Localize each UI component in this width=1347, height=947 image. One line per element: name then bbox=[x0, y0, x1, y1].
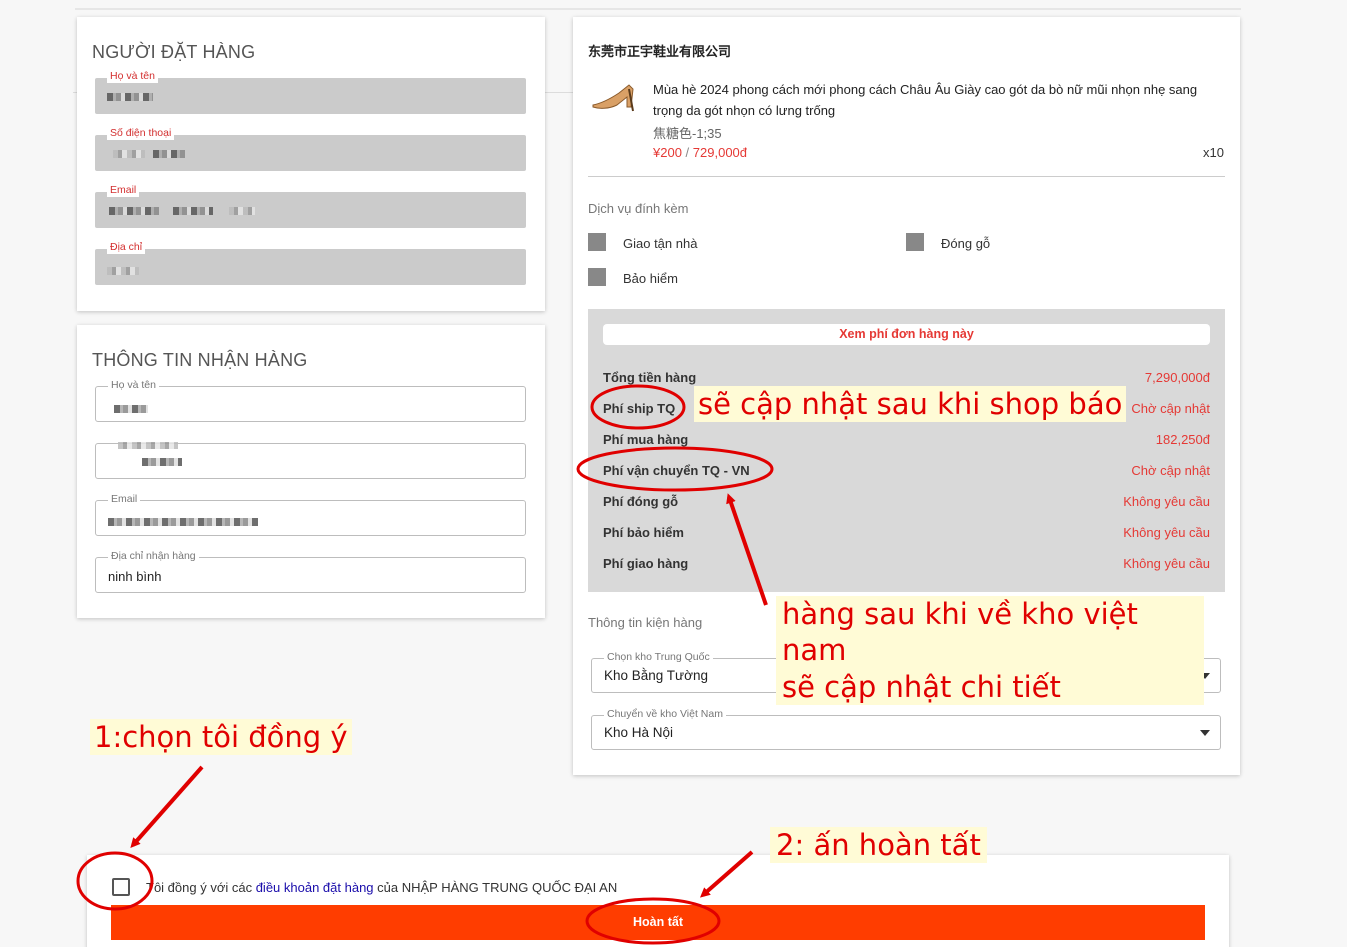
orderer-title: NGƯỜI ĐẶT HÀNG bbox=[92, 42, 256, 62]
cn-warehouse-value: Kho Bằng Tường bbox=[604, 668, 708, 683]
orderer-address-label: Địa chỉ bbox=[107, 241, 146, 254]
home-delivery-checkbox[interactable] bbox=[588, 233, 606, 251]
fee-value: Không yêu cầu bbox=[1123, 494, 1210, 509]
receiver-address-field[interactable]: Địa chỉ nhận hàng ninh bình bbox=[95, 550, 526, 593]
product-thumbnail[interactable] bbox=[589, 75, 639, 115]
agree-checkbox[interactable] bbox=[112, 878, 130, 896]
vn-warehouse-select[interactable]: Chuyển về kho Việt Nam Kho Hà Nội bbox=[591, 708, 1221, 750]
redacted-value bbox=[113, 150, 145, 158]
wood-packing-checkbox[interactable] bbox=[906, 233, 924, 251]
product-variant: 焦糖色-1;35 bbox=[653, 126, 722, 141]
fee-value: Chờ cập nhật bbox=[1131, 463, 1210, 478]
receiver-email-label: Email bbox=[108, 493, 141, 506]
agree-suffix: của NHẬP HÀNG TRUNG QUỐC ĐẠI AN bbox=[377, 880, 618, 895]
receiver-card: THÔNG TIN NHẬN HÀNG Họ và tên Email Địa … bbox=[77, 325, 545, 618]
orderer-card: NGƯỜI ĐẶT HÀNG Họ và tên Số điện thoại E… bbox=[77, 17, 545, 311]
product-quantity: x10 bbox=[1203, 145, 1224, 160]
orderer-name-label: Họ và tên bbox=[107, 70, 158, 83]
redacted-value bbox=[107, 93, 153, 101]
receiver-email-field[interactable]: Email bbox=[95, 493, 526, 536]
agree-prefix: Tôi đồng ý với các bbox=[146, 880, 253, 895]
orderer-address-field[interactable]: Địa chỉ bbox=[95, 241, 526, 285]
vn-warehouse-label: Chuyển về kho Việt Nam bbox=[604, 708, 726, 720]
fees-panel: Xem phí đơn hàng này Tổng tiền hàng 7,29… bbox=[588, 309, 1225, 592]
annotation-step2: 2: ấn hoàn tất bbox=[770, 827, 987, 864]
product-title[interactable]: Mùa hè 2024 phong cách mới phong cách Ch… bbox=[653, 79, 1225, 121]
fee-value: 182,250đ bbox=[1155, 432, 1210, 447]
fee-label: Phí giao hàng bbox=[603, 556, 689, 571]
cn-warehouse-label: Chọn kho Trung Quốc bbox=[604, 651, 713, 663]
home-delivery-label: Giao tận nhà bbox=[623, 236, 698, 251]
receiver-address-value: ninh bình bbox=[108, 569, 162, 584]
agreement-card: Tôi đồng ý với các điều khoản đặt hàng c… bbox=[87, 855, 1229, 947]
price-cny: ¥200 bbox=[653, 145, 682, 160]
receiver-address-label: Địa chỉ nhận hàng bbox=[108, 550, 199, 563]
product-divider bbox=[588, 176, 1225, 177]
redacted-value bbox=[118, 442, 178, 449]
agree-text: Tôi đồng ý với các điều khoản đặt hàng c… bbox=[146, 880, 617, 895]
insurance-checkbox[interactable] bbox=[588, 268, 606, 286]
orderer-name-field[interactable]: Họ và tên bbox=[95, 70, 526, 114]
chevron-down-icon bbox=[1200, 730, 1210, 736]
fee-label: Phí mua hàng bbox=[603, 432, 689, 447]
shoe-icon bbox=[592, 84, 634, 112]
receiver-title: THÔNG TIN NHẬN HÀNG bbox=[92, 350, 308, 370]
redacted-value bbox=[173, 207, 213, 215]
orderer-phone-label: Số điện thoại bbox=[107, 127, 175, 140]
services-title: Dịch vụ đính kèm bbox=[588, 201, 689, 216]
view-fees-button[interactable]: Xem phí đơn hàng này bbox=[603, 324, 1210, 345]
redacted-value bbox=[114, 405, 148, 413]
redacted-value bbox=[142, 458, 182, 466]
annotation-vn-note-line2: sẽ cập nhật chi tiết bbox=[782, 669, 1061, 704]
fee-value: 7,290,000đ bbox=[1144, 370, 1210, 385]
annotation-ship-note: sẽ cập nhật sau khi shop báo bbox=[694, 386, 1127, 423]
top-divider bbox=[75, 8, 1241, 10]
fee-value: Không yêu cầu bbox=[1123, 525, 1210, 540]
fee-value: Chờ cập nhật bbox=[1131, 401, 1210, 416]
price-vnd: 729,000đ bbox=[692, 145, 748, 160]
redacted-value bbox=[107, 267, 139, 275]
orderer-phone-field[interactable]: Số điện thoại bbox=[95, 127, 526, 171]
fee-label: Phí vận chuyển TQ - VN bbox=[603, 463, 750, 478]
terms-link[interactable]: điều khoản đặt hàng bbox=[256, 880, 374, 895]
orderer-email-field[interactable]: Email bbox=[95, 184, 526, 228]
annotation-vn-note-line1: hàng sau khi về kho việt nam bbox=[782, 597, 1138, 668]
redacted-value bbox=[229, 207, 255, 215]
package-title: Thông tin kiện hàng bbox=[588, 615, 703, 630]
product-price: ¥200 / 729,000đ bbox=[653, 145, 747, 160]
annotation-vn-note: hàng sau khi về kho việt nam sẽ cập nhật… bbox=[776, 596, 1204, 705]
shop-name: 东莞市正宇鞋业有限公司 bbox=[588, 45, 732, 60]
receiver-phone-field[interactable] bbox=[95, 442, 526, 479]
submit-button[interactable]: Hoàn tất bbox=[111, 905, 1205, 940]
fee-label: Phí bảo hiểm bbox=[603, 525, 684, 540]
fee-value: Không yêu cầu bbox=[1123, 556, 1210, 571]
fee-label: Phí đóng gỗ bbox=[603, 494, 679, 509]
redacted-value bbox=[153, 150, 185, 158]
vn-warehouse-value: Kho Hà Nội bbox=[604, 725, 674, 740]
annotation-step1: 1:chọn tôi đồng ý bbox=[90, 719, 352, 756]
arrow-to-checkbox bbox=[130, 765, 204, 848]
fee-label: Phí ship TQ bbox=[603, 401, 676, 416]
insurance-label: Bảo hiểm bbox=[623, 271, 678, 286]
wood-packing-label: Đóng gỗ bbox=[941, 236, 991, 251]
orderer-email-label: Email bbox=[107, 184, 140, 197]
price-separator: / bbox=[685, 145, 690, 160]
receiver-name-label: Họ và tên bbox=[108, 379, 159, 392]
redacted-value bbox=[108, 518, 258, 526]
receiver-name-field[interactable]: Họ và tên bbox=[95, 379, 526, 422]
fee-label: Tổng tiền hàng bbox=[603, 370, 697, 385]
redacted-value bbox=[109, 207, 159, 215]
